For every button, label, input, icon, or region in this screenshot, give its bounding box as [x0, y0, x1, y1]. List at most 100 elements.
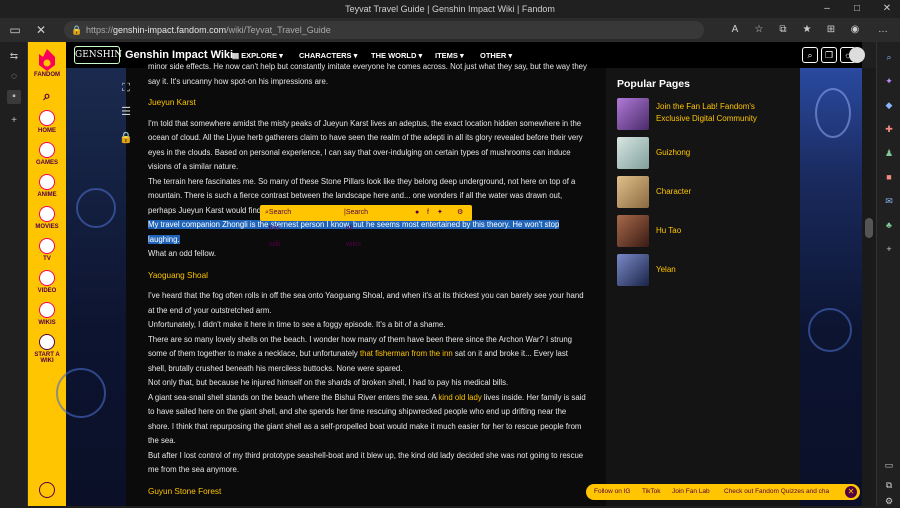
minimize-icon[interactable]: –	[820, 2, 834, 16]
wikis-icon	[39, 302, 55, 318]
tools-icon[interactable]: ✚	[882, 122, 896, 136]
link-fisherman[interactable]: that fisherman from the inn	[360, 349, 453, 358]
page-scrollbar[interactable]	[862, 68, 876, 506]
popular-page-item[interactable]: Guizhong	[617, 137, 797, 169]
plus-circle-icon	[39, 334, 55, 350]
movies-icon	[39, 206, 55, 222]
facebook-icon[interactable]: f	[427, 205, 429, 221]
more-icon[interactable]: …	[876, 23, 890, 37]
twitter-icon[interactable]: ✦	[437, 205, 443, 221]
article-paragraph: Not only that, but because he injured hi…	[148, 378, 509, 387]
popular-page-item[interactable]: Hu Tao	[617, 215, 797, 247]
close-window-icon[interactable]: ✕	[880, 2, 894, 16]
wiki-background-right	[800, 68, 862, 506]
popular-page-item[interactable]: Join the Fan Lab! Fandom's Exclusive Dig…	[617, 98, 797, 130]
close-bar-icon[interactable]: ✕	[845, 486, 857, 498]
tab-active-icon[interactable]: ▪	[7, 90, 21, 104]
profile-icon[interactable]: ◉	[848, 23, 862, 37]
office-icon[interactable]: ■	[882, 170, 896, 184]
popular-pages-title: Popular Pages	[617, 78, 690, 90]
tab-actions-icon[interactable]: ⇆	[7, 50, 21, 64]
fandom-rail: FANDOM ⌕ HOME GAMES ANIME MOVIES TV VIDE…	[28, 42, 66, 506]
favorite-star-icon[interactable]: ☆	[752, 23, 766, 37]
popular-page-item[interactable]: Character	[617, 176, 797, 208]
tiktok-link[interactable]: TikTok	[642, 484, 661, 500]
games-sidebar-icon[interactable]: ♟	[882, 146, 896, 160]
home-icon	[39, 110, 55, 126]
read-aloud-icon[interactable]: A	[728, 23, 742, 37]
collections-icon[interactable]: ⊞	[824, 23, 838, 37]
shopping-icon[interactable]: ◆	[882, 98, 896, 112]
discussions-icon[interactable]: ❐	[821, 47, 837, 63]
section-heading-jueyun-karst: Jueyun Karst	[148, 98, 196, 107]
menu-other[interactable]: OTHER ▾	[480, 51, 512, 60]
tab-fandom-icon[interactable]: ◌	[7, 70, 21, 84]
bg-swirl	[76, 188, 116, 228]
menu-characters[interactable]: CHARACTERS ▾	[299, 51, 357, 60]
rail-item-start-wiki[interactable]: START A WIKI	[28, 334, 66, 364]
rail-item-home[interactable]: HOME	[28, 110, 66, 134]
copilot-icon[interactable]: ✦	[882, 74, 896, 88]
search-all-wikis-button[interactable]: | Search all wikis	[344, 205, 368, 248]
popular-page-item[interactable]: Yelan	[617, 254, 797, 286]
url-prefix: https://	[86, 25, 114, 35]
follow-ig-link[interactable]: Follow on IG	[594, 484, 631, 500]
article-paragraph: I've heard that the fog often rolls in o…	[148, 291, 584, 315]
rail-item-games[interactable]: GAMES	[28, 142, 66, 166]
lock-page-icon[interactable]: 🔒	[118, 130, 134, 146]
fandom-brand-label: FANDOM	[34, 72, 60, 78]
outlook-icon[interactable]: ✉	[882, 194, 896, 208]
article-paragraph: minor side effects. He now can't help bu…	[148, 62, 587, 86]
toc-icon[interactable]: ☰	[118, 104, 134, 120]
wiki-search-icon[interactable]: ⌕	[802, 47, 818, 63]
stop-loading-icon[interactable]: ✕	[34, 23, 48, 37]
browser-right-sidebar: ⌕ ✦ ◆ ✚ ♟ ■ ✉ ♣ + ▭ ⧉ ⚙	[876, 42, 900, 506]
menu-items[interactable]: ITEMS ▾	[435, 51, 464, 60]
quizzes-link[interactable]: Check out Fandom Quizzes and cha	[724, 484, 829, 500]
search-icon: ⌕	[43, 88, 51, 103]
popular-page-thumbnail	[617, 254, 649, 286]
sidebar-popout-icon[interactable]: ⧉	[882, 478, 896, 492]
popular-page-thumbnail	[617, 98, 649, 130]
link-kind-old-lady[interactable]: kind old lady	[438, 393, 481, 402]
tree-icon[interactable]: ♣	[882, 218, 896, 232]
rail-search[interactable]: ⌕	[28, 88, 66, 104]
menu-explore[interactable]: ▤ EXPLORE ▾	[232, 51, 283, 60]
hide-sidebar-icon[interactable]: ▭	[882, 458, 896, 472]
rail-user[interactable]	[28, 482, 66, 500]
rail-item-movies[interactable]: MOVIES	[28, 206, 66, 230]
rail-item-video[interactable]: VIDEO	[28, 270, 66, 294]
maximize-icon[interactable]: □	[850, 2, 864, 16]
book-icon: ▤	[232, 51, 242, 60]
article-paragraph: There are so many lovely shells on the b…	[148, 334, 573, 373]
bg-swirl	[56, 368, 106, 418]
url-path: /wiki/Teyvat_Travel_Guide	[226, 25, 331, 35]
join-fan-lab-link[interactable]: Join Fan Lab	[672, 484, 710, 500]
menu-the-world[interactable]: THE WORLD ▾	[371, 51, 422, 60]
url-field[interactable]: 🔒 https://genshin-impact.fandom.com/wiki…	[64, 21, 704, 39]
rail-item-tv[interactable]: TV	[28, 238, 66, 262]
sidebar-toggle-icon[interactable]: ▭	[8, 23, 22, 37]
search-this-wiki-button[interactable]: ⌕ Search this wiki	[265, 205, 291, 248]
favorites-icon[interactable]: ★	[800, 23, 814, 37]
fandom-bottom-bar: Follow on IG TikTok Join Fan Lab Check o…	[586, 484, 860, 500]
fandom-logo[interactable]: FANDOM	[28, 48, 66, 78]
right-rail: Popular Pages Join the Fan Lab! Fandom's…	[606, 68, 800, 506]
reddit-icon[interactable]: ●	[415, 205, 419, 221]
add-sidebar-icon[interactable]: +	[882, 242, 896, 256]
search-sidebar-icon[interactable]: ⌕	[882, 50, 896, 64]
new-tab-icon[interactable]: +	[7, 114, 21, 128]
scrollbar-thumb[interactable]	[865, 218, 873, 238]
article-paragraph: I'm told that somewhere amidst the misty…	[148, 118, 583, 172]
rail-item-wikis[interactable]: WIKIS	[28, 302, 66, 326]
genshin-logo[interactable]: GENSHIN	[74, 46, 122, 64]
selection-toolbar: ⌕ Search this wiki | Search all wikis ● …	[260, 205, 472, 248]
avatar[interactable]	[849, 47, 865, 63]
section-heading-yaoguang-shoal: Yaoguang Shoal	[148, 270, 208, 280]
extensions-icon[interactable]: ⧉	[776, 23, 790, 37]
article-body: minor side effects. He now can't help bu…	[148, 60, 588, 505]
popular-page-thumbnail	[617, 215, 649, 247]
rail-item-anime[interactable]: ANIME	[28, 174, 66, 198]
settings-icon[interactable]: ⚙	[457, 205, 463, 221]
fullscreen-icon[interactable]: ⛶	[118, 80, 134, 96]
